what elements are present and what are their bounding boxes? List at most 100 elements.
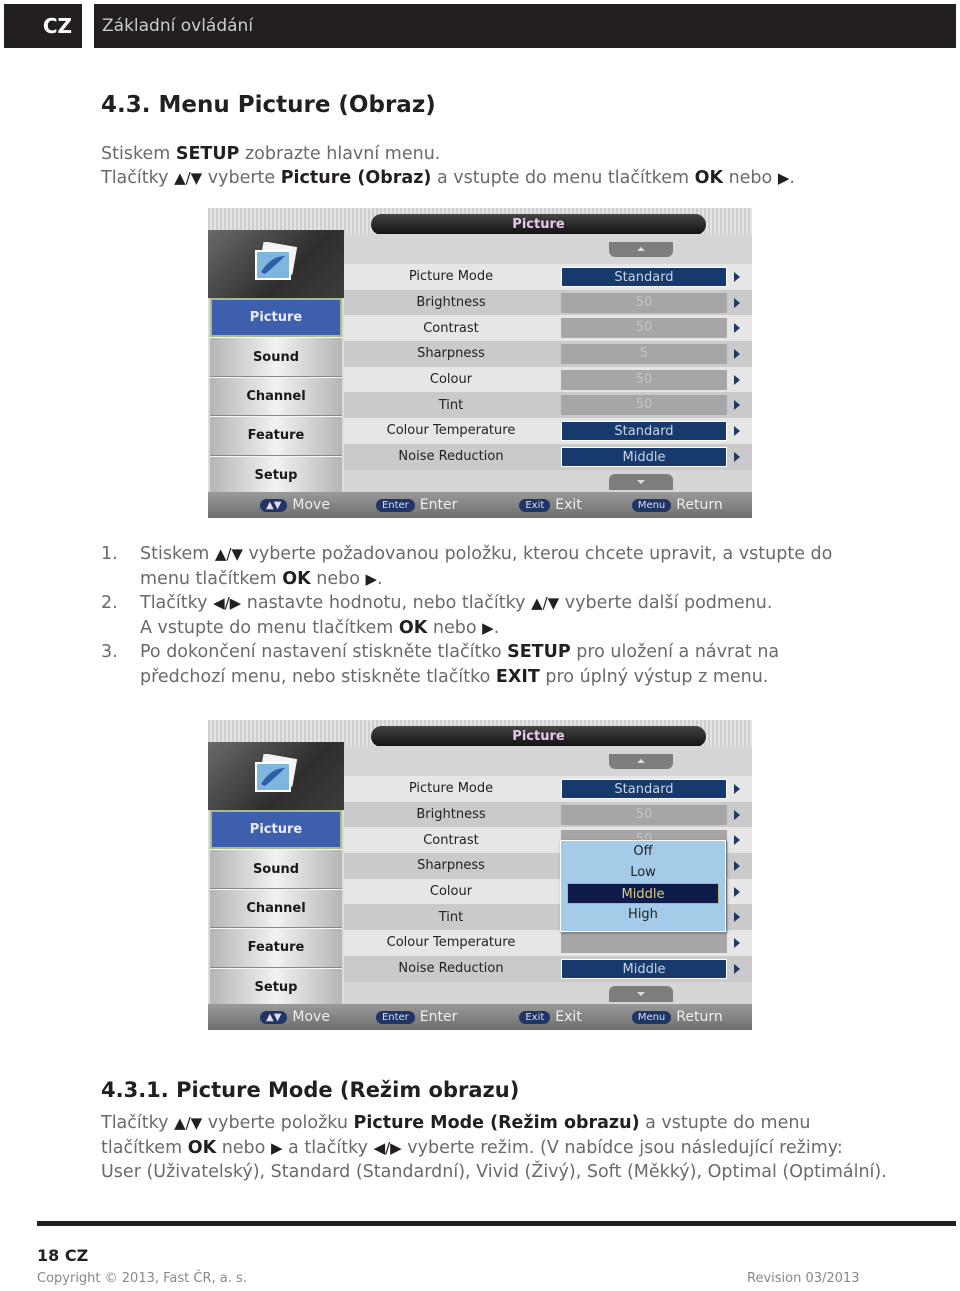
category-picture[interactable]: Picture <box>210 810 342 850</box>
setting-label: Noise Reduction <box>398 961 504 977</box>
setting-label: Brightness <box>416 295 486 311</box>
dropdown-option[interactable]: Low <box>561 862 725 883</box>
right-arrow-icon[interactable] <box>734 835 740 846</box>
right-arrow-icon[interactable] <box>734 374 740 385</box>
right-arrow-icon[interactable] <box>734 886 740 897</box>
setting-value[interactable]: Middle <box>561 446 727 467</box>
section-heading: 4.3. Menu Picture (Obraz) <box>101 92 436 118</box>
right-arrow-icon[interactable] <box>734 323 740 334</box>
right-arrow-icon[interactable] <box>734 963 740 974</box>
scroll-up-button[interactable] <box>609 242 673 257</box>
category-setup[interactable]: Setup <box>210 455 342 495</box>
up-down-arrow-icon: ▲/▼ <box>214 545 243 563</box>
setting-row[interactable]: Noise Reduction Middle <box>344 955 752 982</box>
scroll-down-button[interactable] <box>609 986 673 1002</box>
dropdown-option[interactable]: Off <box>561 841 725 862</box>
setting-value[interactable]: 50 <box>561 292 727 313</box>
setting-value[interactable]: Standard <box>561 778 727 799</box>
hint-enter: Enter Enter <box>375 497 457 513</box>
setting-label: Brightness <box>416 807 486 823</box>
setting-label: Noise Reduction <box>398 449 504 465</box>
right-arrow-icon[interactable] <box>734 271 740 282</box>
exit-key-icon: Exit <box>519 498 551 512</box>
setting-row[interactable]: Colour Temperature <box>344 930 752 956</box>
category-icon-panel <box>208 230 344 298</box>
setting-value[interactable]: Standard <box>561 420 727 441</box>
setting-row[interactable]: Brightness 50 <box>344 801 752 828</box>
right-arrow-icon: ▶ <box>777 169 790 187</box>
right-arrow-icon[interactable] <box>734 297 740 308</box>
setting-label: Sharpness <box>417 858 485 874</box>
scroll-down-button[interactable] <box>609 474 673 490</box>
category-sound[interactable]: Sound <box>210 337 342 377</box>
menu-key-icon: Menu <box>631 1010 672 1024</box>
setting-label: Colour Temperature <box>386 423 516 439</box>
setting-row[interactable]: Picture Mode Standard <box>344 264 752 290</box>
setting-value[interactable]: 5 <box>561 343 727 364</box>
right-arrow-icon[interactable] <box>734 809 740 820</box>
category-feature[interactable]: Feature <box>210 416 342 456</box>
setting-label: Colour Temperature <box>386 935 516 951</box>
hint-exit: Exit Exit <box>519 497 582 513</box>
picture-icon <box>255 754 298 792</box>
setting-label: Picture Mode <box>408 781 494 797</box>
right-arrow-icon[interactable] <box>734 937 740 948</box>
category-sound[interactable]: Sound <box>210 849 342 889</box>
setting-row[interactable]: Sharpness 5 <box>344 341 752 367</box>
right-arrow-icon[interactable] <box>734 783 740 794</box>
right-arrow-icon: ▶ <box>270 1139 283 1157</box>
setting-row[interactable]: Colour Temperature Standard <box>344 418 752 444</box>
setting-row[interactable]: Colour 50 <box>344 366 752 393</box>
dropdown-option-selected[interactable]: Middle <box>567 883 719 904</box>
menu-hint-bar: ▲▼ Move Enter Enter Exit Exit Menu Return <box>208 492 752 518</box>
right-arrow-icon: ▶ <box>482 618 494 637</box>
category-picture[interactable]: Picture <box>210 298 342 338</box>
right-arrow-icon[interactable] <box>734 400 740 411</box>
setting-value[interactable]: 50 <box>561 395 727 416</box>
picture-icon <box>255 242 298 280</box>
category-feature[interactable]: Feature <box>210 928 342 968</box>
dropdown-option[interactable]: High <box>561 904 725 925</box>
right-arrow-icon[interactable] <box>734 425 740 436</box>
scroll-up-button[interactable] <box>609 754 673 769</box>
setting-value[interactable]: 50 <box>561 804 727 825</box>
tv-menu-screenshot-1: Picture Picture Sound Channel Feature Se… <box>208 208 752 518</box>
setting-value[interactable]: 50 <box>561 318 727 339</box>
subsection-heading: 4.3.1. Picture Mode (Režim obrazu) <box>101 1078 520 1102</box>
setting-row[interactable]: Noise Reduction Middle <box>344 443 752 470</box>
exit-key-icon: Exit <box>519 1010 551 1024</box>
setting-row[interactable]: Tint 50 <box>344 392 752 419</box>
intro-line-1: Stiskem SETUP zobrazte hlavní menu. <box>101 144 441 164</box>
right-arrow-icon[interactable] <box>734 912 740 923</box>
category-channel[interactable]: Channel <box>210 888 342 929</box>
setting-value[interactable]: 50 <box>561 369 727 390</box>
up-down-arrow-icon: ▲/▼ <box>531 594 560 613</box>
right-arrow-icon[interactable] <box>734 348 740 359</box>
hint-exit: Exit Exit <box>519 1009 582 1025</box>
category-setup[interactable]: Setup <box>210 967 342 1007</box>
up-down-arrow-icon: ▲/▼ <box>174 169 203 187</box>
setting-label: Tint <box>438 397 464 413</box>
right-arrow-icon[interactable] <box>734 451 740 462</box>
left-right-arrow-icon: ◀/▶ <box>373 1139 402 1157</box>
setting-row[interactable]: Contrast 50 <box>344 315 752 342</box>
setting-value[interactable]: Middle <box>561 958 727 979</box>
hint-move: ▲▼ Move <box>260 497 330 513</box>
right-arrow-icon: ▶ <box>365 569 378 588</box>
intro-line-2: Tlačítky ▲/▼ vyberte Picture (Obraz) a v… <box>101 168 795 188</box>
category-channel[interactable]: Channel <box>210 376 342 417</box>
menu-hint-bar: ▲▼ Move Enter Enter Exit Exit Menu Return <box>208 1004 752 1030</box>
right-arrow-icon[interactable] <box>734 860 740 871</box>
move-key-icon: ▲▼ <box>260 498 288 512</box>
move-key-icon: ▲▼ <box>260 1010 288 1024</box>
setting-value[interactable]: Standard <box>561 266 727 287</box>
setting-row[interactable]: Picture Mode Standard <box>344 776 752 802</box>
page-number: 18 CZ <box>37 1246 89 1265</box>
chapter-title: Základní ovládání <box>94 4 956 48</box>
noise-reduction-dropdown[interactable]: Off Low Middle High <box>560 840 726 932</box>
setting-label: Tint <box>438 909 464 925</box>
setting-row[interactable]: Brightness 50 <box>344 289 752 316</box>
setting-value[interactable] <box>561 932 727 953</box>
subsection-line-1: Tlačítky ▲/▼ vyberte položku Picture Mod… <box>101 1113 811 1133</box>
enter-key-icon: Enter <box>375 498 415 512</box>
